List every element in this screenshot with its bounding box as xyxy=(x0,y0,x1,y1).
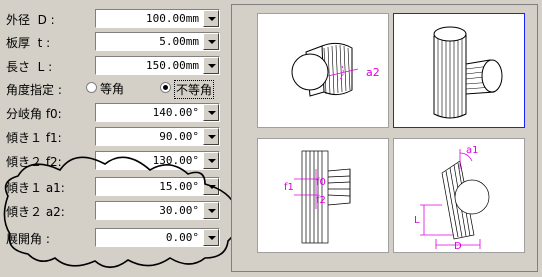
D-dim-label: D xyxy=(454,241,462,252)
tilt1-f1-combo[interactable]: 90.00° xyxy=(95,127,220,146)
L-dim-label: L xyxy=(414,215,420,226)
outer-diameter-row: 外径 D : 100.00mm xyxy=(0,8,228,30)
unfold-angle-label: 展開角 : xyxy=(6,232,50,246)
tilt1-a1-combo[interactable]: 15.00° xyxy=(95,177,220,196)
unfold-angle-value: 0.00° xyxy=(165,231,199,244)
tilt1-f1-label: 傾き１ f1: xyxy=(6,131,62,145)
thickness-row: 板厚 t : 5.00mm xyxy=(0,31,228,53)
dropdown-arrow-icon[interactable] xyxy=(203,229,219,246)
dropdown-arrow-icon[interactable] xyxy=(203,128,219,145)
tilt2-f2-label: 傾き２ f2: xyxy=(6,155,62,169)
length-label: 長さ L : xyxy=(6,60,53,74)
angle-mode-row: 角度指定 : 等角 不等角 xyxy=(0,78,228,100)
tilt2-f2-row: 傾き２ f2: 130.00° xyxy=(0,150,228,172)
dropdown-arrow-icon[interactable] xyxy=(203,10,219,27)
dropdown-arrow-icon[interactable] xyxy=(203,152,219,169)
thickness-combo[interactable]: 5.00mm xyxy=(95,32,220,51)
outer-diameter-label: 外径 D : xyxy=(6,13,55,27)
tilt1-f1-row: 傾き１ f1: 90.00° xyxy=(0,126,228,148)
f0-dim-label: f0 xyxy=(316,177,326,188)
branch-angle-combo[interactable]: 140.00° xyxy=(95,103,220,122)
angle-mode-label: 角度指定 : xyxy=(6,83,62,97)
outer-diameter-value: 100.00mm xyxy=(146,12,199,25)
tilt2-a2-label: 傾き２ a2: xyxy=(6,205,65,219)
tilt2-f2-combo[interactable]: 130.00° xyxy=(95,151,220,170)
preview-panel: a2 f1 f0 f2 a1 L D xyxy=(231,4,538,272)
length-row: 長さ L : 150.00mm xyxy=(0,55,228,77)
tilt2-f2-value: 130.00° xyxy=(152,154,199,167)
tilt1-a1-row: 傾き１ a1: 15.00° xyxy=(0,176,228,198)
tilt1-a1-label: 傾き１ a1: xyxy=(6,181,65,195)
top-view[interactable]: a2 xyxy=(257,13,389,128)
dropdown-arrow-icon[interactable] xyxy=(203,33,219,50)
length-value: 150.00mm xyxy=(146,59,199,72)
tilt2-a2-combo[interactable]: 30.00° xyxy=(95,201,220,220)
tilt1-f1-value: 90.00° xyxy=(159,130,199,143)
unequal-angle-radio[interactable] xyxy=(160,82,171,93)
dropdown-arrow-icon[interactable] xyxy=(203,57,219,74)
branch-angle-label: 分岐角 f0: xyxy=(6,107,62,121)
outer-diameter-combo[interactable]: 100.00mm xyxy=(95,9,220,28)
unequal-angle-label[interactable]: 不等角 xyxy=(174,80,215,99)
dropdown-arrow-icon[interactable] xyxy=(203,178,219,195)
a1-dim-label: a1 xyxy=(466,145,479,156)
equal-angle-radio[interactable] xyxy=(86,82,97,93)
unfold-angle-row: 展開角 : 0.00° xyxy=(0,227,228,249)
f2-dim-label: f2 xyxy=(316,195,326,206)
dropdown-arrow-icon[interactable] xyxy=(203,202,219,219)
dropdown-arrow-icon[interactable] xyxy=(203,104,219,121)
thickness-label: 板厚 t : xyxy=(6,36,51,50)
isometric-view[interactable] xyxy=(393,13,525,128)
equal-angle-label[interactable]: 等角 xyxy=(100,80,124,97)
branch-angle-row: 分岐角 f0: 140.00° xyxy=(0,102,228,124)
front-view[interactable]: f1 f0 f2 xyxy=(257,138,389,253)
unfold-angle-combo[interactable]: 0.00° xyxy=(95,228,220,247)
tilt1-a1-value: 15.00° xyxy=(159,180,199,193)
branch-angle-value: 140.00° xyxy=(152,106,199,119)
a2-dim-label: a2 xyxy=(366,66,380,79)
thickness-value: 5.00mm xyxy=(159,35,199,48)
length-combo[interactable]: 150.00mm xyxy=(95,56,220,75)
f1-dim-label: f1 xyxy=(284,182,294,193)
side-view[interactable]: a1 L D xyxy=(393,138,525,253)
tilt2-a2-row: 傾き２ a2: 30.00° xyxy=(0,200,228,222)
tilt2-a2-value: 30.00° xyxy=(159,204,199,217)
